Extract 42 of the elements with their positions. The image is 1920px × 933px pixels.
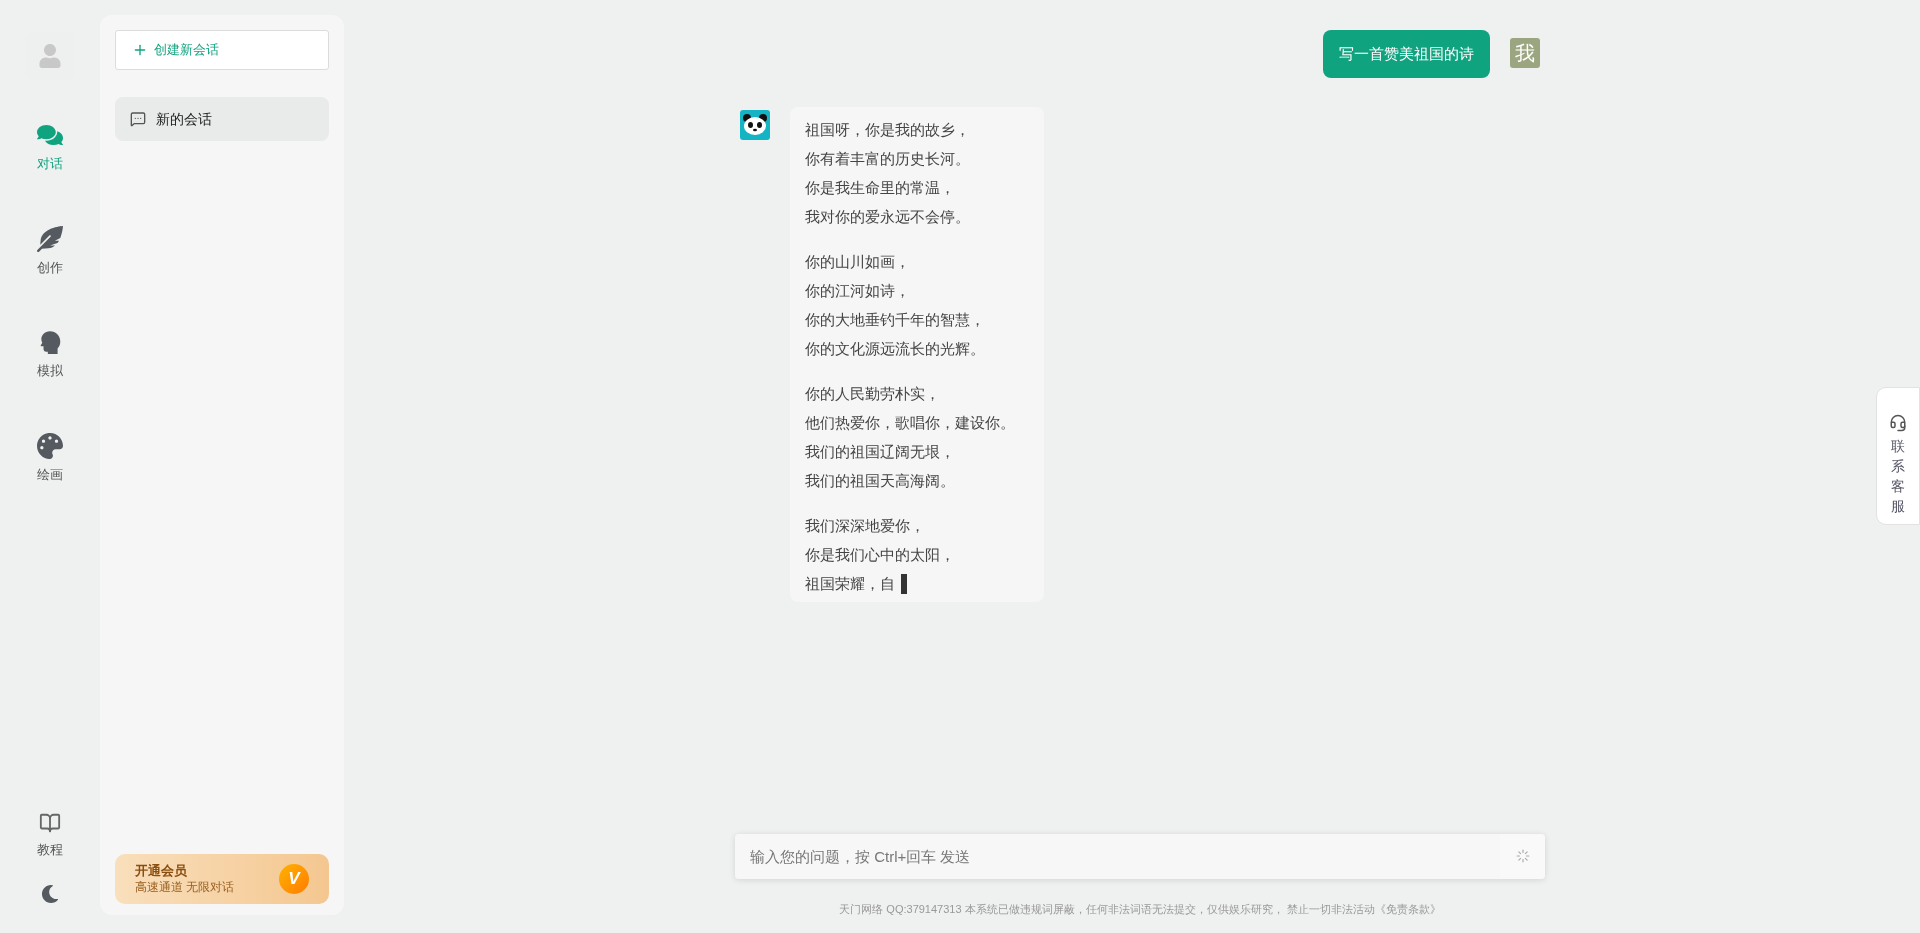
nav-item[interactable]: 教程 [37, 811, 63, 859]
poem-line: 你的江河如诗， [805, 281, 911, 301]
customer-service-tab[interactable]: 联系客服 [1876, 387, 1920, 525]
moon-icon [41, 885, 59, 903]
question-input[interactable]: 输入您的问题，按 Ctrl+回车 发送 [735, 833, 1500, 879]
poem-line: 你是我们心中的太阳， [805, 545, 956, 565]
poem-line: 我们深深地爱你， [805, 516, 926, 536]
user-avatar: 我 [1510, 38, 1540, 68]
palette-icon [37, 432, 63, 459]
conversation-item[interactable]: 新的会话 [115, 97, 329, 141]
vip-badge: V [279, 864, 309, 894]
membership-title: 开通会员 [135, 863, 188, 879]
poem-line: 你的大地垂钓千年的智慧， [805, 310, 986, 330]
user-silhouette-icon [38, 44, 62, 68]
nav-item[interactable]: 创作 [37, 225, 63, 277]
poem-line: 我对你的爱永远不会停。 [805, 207, 971, 227]
feather-icon [37, 225, 63, 252]
poem-line: 你的山川如画， [805, 252, 911, 272]
nav-item[interactable]: 模拟 [37, 329, 63, 381]
poem-line: 你的文化源远流长的光辉。 [805, 339, 986, 359]
poem-line: 祖国呀，你是我的故乡， [805, 120, 971, 140]
headset-icon [1889, 414, 1907, 432]
send-button[interactable] [1500, 833, 1545, 879]
membership-card[interactable]: 开通会员 高速通道 无限对话 V [115, 854, 329, 904]
plus-icon [132, 42, 148, 58]
poem-line: 你有着丰富的历史长河。 [805, 149, 971, 169]
chat-bubbles-icon [37, 122, 63, 148]
book-icon [39, 811, 61, 834]
footer-disclaimer: 天门网络 QQ:379147313 本系统已做违规词屏蔽，任何非法词语无法提交，仅供娱乐研究， 禁止一切非法活动《免责条款》 [839, 901, 1441, 917]
poem-line: 你是我生命里的常温， [805, 178, 956, 198]
user-message: 写一首赞美祖国的诗 [1323, 30, 1490, 78]
poem-line: 祖国荣耀，自 [805, 574, 896, 594]
loading-spinner-icon [1515, 849, 1530, 863]
nav-item[interactable]: 绘画 [37, 432, 63, 484]
dark-mode-toggle[interactable] [41, 885, 59, 903]
message-icon [130, 111, 146, 127]
poem-line: 你的人民勤劳朴实， [805, 384, 941, 404]
poem-line: 我们的祖国辽阔无垠， [805, 442, 956, 462]
panda-avatar-icon [740, 110, 770, 140]
poem-line: 我们的祖国天高海阔。 [805, 471, 956, 491]
poem-line: 他们热爱你，歌唱你，建设你。 [805, 413, 1016, 433]
membership-subtitle: 高速通道 无限对话 [135, 879, 235, 895]
